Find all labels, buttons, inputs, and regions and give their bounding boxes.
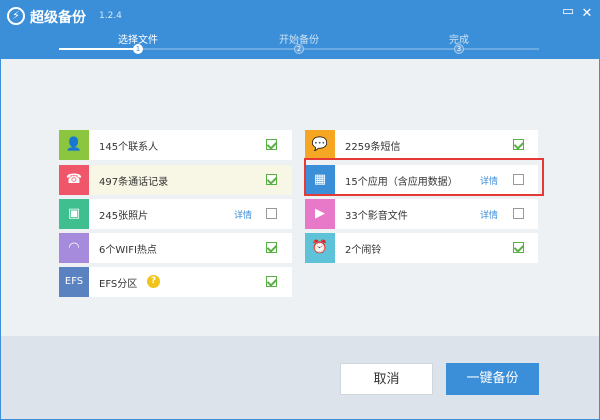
- item-wifi[interactable]: ◠ 6个WIFI热点: [59, 233, 292, 263]
- step-dot-1: 1: [133, 44, 143, 54]
- item-label: 145个联系人: [99, 142, 159, 153]
- item-label: 6个WIFI热点: [99, 245, 157, 256]
- photo-icon: ▣: [59, 199, 89, 229]
- contact-icon: 👤: [59, 130, 89, 160]
- item-photos[interactable]: ▣ 245张照片 详情: [59, 199, 292, 229]
- photos-checkbox[interactable]: [266, 208, 277, 219]
- backup-window: ⚡ 超级备份 1.2.4 ▭ ✕ 选择文件 开始备份 完成 1 2 3 👤 14…: [0, 0, 600, 420]
- cancel-button[interactable]: 取消: [340, 363, 433, 395]
- alarm-icon: ⏰: [305, 233, 335, 263]
- media-checkbox[interactable]: [513, 208, 524, 219]
- wifi-checkbox[interactable]: [266, 242, 277, 253]
- step-dot-3: 3: [454, 44, 464, 54]
- call-log-checkbox[interactable]: [266, 174, 277, 185]
- item-label: 497条通话记录: [99, 177, 169, 188]
- item-sms[interactable]: 💬 2259条短信: [305, 130, 538, 160]
- item-media[interactable]: ▶ 33个影音文件 详情: [305, 199, 538, 229]
- item-label: EFS分区: [99, 279, 138, 290]
- close-icon[interactable]: ✕: [579, 6, 595, 22]
- sms-icon: 💬: [305, 130, 335, 160]
- efs-icon: EFS: [59, 267, 89, 297]
- contacts-checkbox[interactable]: [266, 139, 277, 150]
- item-label: 2个闹铃: [345, 245, 382, 256]
- app-logo-icon: ⚡: [7, 7, 25, 25]
- minimize-icon[interactable]: ▭: [560, 4, 576, 20]
- alarms-checkbox[interactable]: [513, 242, 524, 253]
- phone-icon: ☎: [59, 165, 89, 195]
- step-track-pending: [139, 48, 539, 50]
- item-alarms[interactable]: ⏰ 2个闹铃: [305, 233, 538, 263]
- efs-checkbox[interactable]: [266, 276, 277, 287]
- app-version: 1.2.4: [99, 11, 122, 21]
- app-title: 超级备份: [30, 10, 86, 26]
- item-label: 245张照片: [99, 211, 149, 222]
- step-dot-2: 2: [294, 44, 304, 54]
- progress-steps: 选择文件 开始备份 完成 1 2 3: [1, 31, 599, 59]
- media-icon: ▶: [305, 199, 335, 229]
- photos-detail-link[interactable]: 详情: [234, 208, 252, 221]
- highlight-frame: [304, 158, 544, 196]
- one-click-backup-button[interactable]: 一键备份: [446, 363, 539, 395]
- wifi-icon: ◠: [59, 233, 89, 263]
- item-contacts[interactable]: 👤 145个联系人: [59, 130, 292, 160]
- item-label: 33个影音文件: [345, 211, 408, 222]
- item-call-log[interactable]: ☎ 497条通话记录: [59, 165, 292, 195]
- item-label: 2259条短信: [345, 142, 401, 153]
- media-detail-link[interactable]: 详情: [480, 208, 498, 221]
- step-track-done: [59, 48, 139, 50]
- sms-checkbox[interactable]: [513, 139, 524, 150]
- help-icon[interactable]: ?: [147, 275, 160, 288]
- item-efs[interactable]: EFS EFS分区 ?: [59, 267, 292, 297]
- title-bar: ⚡ 超级备份 1.2.4 ▭ ✕: [1, 1, 599, 33]
- header-bar: ⚡ 超级备份 1.2.4 ▭ ✕ 选择文件 开始备份 完成 1 2 3: [1, 1, 599, 59]
